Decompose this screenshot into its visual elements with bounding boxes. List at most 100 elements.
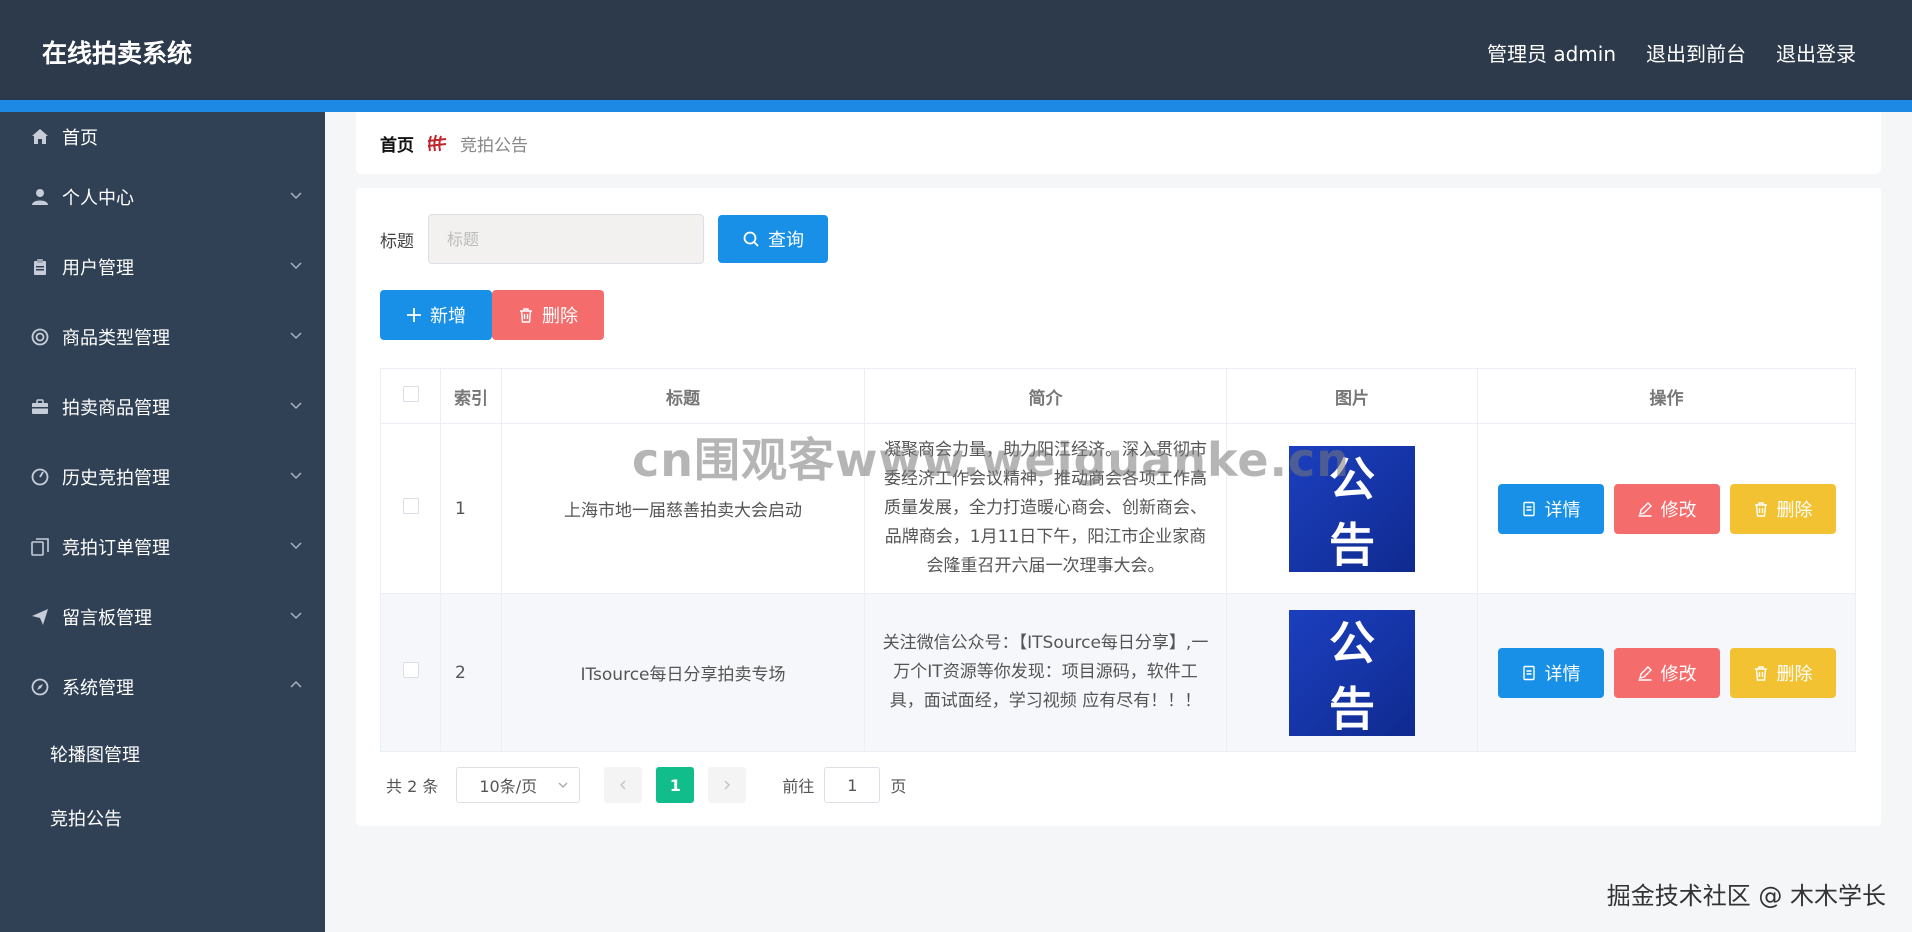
sidebar-item-users[interactable]: 用户管理 — [0, 232, 325, 302]
add-button-label: 新增 — [430, 306, 466, 327]
chevron-down-icon — [290, 612, 302, 620]
chevron-down-icon — [290, 402, 302, 410]
page-size-value: 10条/页 — [479, 777, 538, 796]
goto-suffix: 页 — [890, 777, 907, 796]
search-label: 标题 — [380, 231, 414, 252]
search-row: 标题 查询 — [380, 214, 828, 264]
table-row: 2 ITsource每日分享拍卖专场 关注微信公众号：【ITSource每日分享… — [380, 593, 1856, 752]
sidebar-item-label: 拍卖商品管理 — [62, 398, 170, 419]
row-image-cell: 公告 — [1226, 423, 1478, 594]
goto-page-input[interactable] — [824, 767, 881, 803]
detail-button[interactable]: 详情 — [1497, 647, 1604, 698]
sidebar-item-label: 留言板管理 — [62, 608, 152, 629]
edit-icon — [1638, 665, 1652, 681]
table-header-row: 索引 标题 简介 图片 操作 — [380, 368, 1856, 424]
sidebar-item-profile[interactable]: 个人中心 — [0, 162, 325, 232]
row-select-cell — [380, 593, 441, 752]
sidebar-subitem-label: 竞拍公告 — [50, 809, 122, 830]
edit-button-label: 修改 — [1660, 499, 1697, 521]
notice-image-text: 公告 — [1329, 615, 1393, 736]
row-checkbox[interactable] — [402, 498, 419, 514]
select-all-cell — [380, 368, 441, 424]
trash-icon — [1754, 665, 1767, 681]
chevron-left-icon — [620, 780, 626, 790]
pagination: 共 2 条 10条/页 1 前往 页 — [386, 767, 906, 803]
chevron-down-icon — [290, 332, 302, 340]
top-header: 在线拍卖系统 管理员 admin 退出到前台 退出登录 — [0, 0, 1912, 100]
query-button-label: 查询 — [768, 230, 804, 251]
column-header-title: 标题 — [501, 368, 865, 424]
sidebar-item-auction-goods[interactable]: 拍卖商品管理 — [0, 372, 325, 442]
batch-delete-button[interactable]: 删除 — [492, 290, 604, 340]
trash-icon — [520, 308, 532, 323]
breadcrumb-home[interactable]: 首页 — [380, 131, 414, 156]
sidebar-item-label: 商品类型管理 — [62, 328, 170, 349]
detail-button-label: 详情 — [1544, 663, 1581, 685]
chevron-down-icon — [290, 262, 302, 270]
detail-button[interactable]: 详情 — [1497, 483, 1604, 534]
header-links: 管理员 admin 退出到前台 退出登录 — [1487, 38, 1856, 67]
select-all-checkbox[interactable] — [402, 385, 419, 402]
breadcrumb-current: 竞拍公告 — [460, 135, 528, 156]
sidebar-item-home[interactable]: 首页 — [0, 112, 325, 162]
main-content: 标题 查询 新增 删除 索引 标题 简介 图片 操作 — [356, 188, 1881, 826]
notice-image-text: 公告 — [1329, 451, 1393, 572]
delete-row-button-label: 删除 — [1776, 663, 1813, 685]
add-button[interactable]: 新增 — [380, 290, 492, 340]
page-number-current[interactable]: 1 — [656, 767, 695, 803]
announcement-table: 索引 标题 简介 图片 操作 1 上海市地一届慈善拍卖大会启动 凝聚商会力量，助… — [380, 368, 1856, 752]
sidebar-item-bid-orders[interactable]: 竞拍订单管理 — [0, 512, 325, 582]
document-icon — [1522, 501, 1535, 516]
search-icon — [743, 231, 759, 247]
exit-frontend-link[interactable]: 退出到前台 — [1646, 38, 1746, 67]
column-header-image: 图片 — [1226, 368, 1478, 424]
delete-row-button[interactable]: 删除 — [1729, 647, 1836, 698]
notice-image: 公告 — [1289, 609, 1415, 736]
sidebar-subitem-carousel[interactable]: 轮播图管理 — [0, 722, 325, 786]
sidebar-item-system[interactable]: 系统管理 — [0, 652, 325, 722]
plus-icon — [407, 308, 421, 322]
admin-label: 管理员 admin — [1486, 42, 1616, 66]
bottom-watermark: 掘金技术社区 @ 木木学长 — [1606, 882, 1886, 910]
sidebar-item-label: 竞拍订单管理 — [62, 538, 170, 559]
next-page-button[interactable] — [708, 767, 747, 803]
edit-button[interactable]: 修改 — [1613, 647, 1720, 698]
row-select-cell — [380, 423, 441, 594]
page-size-select[interactable]: 10条/页 — [456, 767, 581, 803]
logout-link[interactable]: 退出登录 — [1776, 38, 1856, 67]
clipboard-icon — [30, 257, 50, 277]
row-intro: 关注微信公众号：【ITSource每日分享】,一万个IT资源等你发现：项目源码，… — [864, 593, 1227, 752]
chevron-right-icon — [724, 780, 731, 790]
sidebar-item-label: 历史竞拍管理 — [62, 468, 170, 489]
chevron-down-icon — [290, 542, 302, 550]
row-actions: 详情 修改 删除 — [1477, 593, 1856, 752]
sidebar-item-label: 首页 — [62, 128, 98, 149]
sidebar-subitem-label: 轮播图管理 — [50, 745, 140, 766]
row-checkbox[interactable] — [402, 662, 419, 678]
sidebar-item-label: 用户管理 — [62, 258, 134, 279]
sidebar-subitem-announcements[interactable]: 竞拍公告 — [0, 786, 325, 850]
sidebar-item-message-board[interactable]: 留言板管理 — [0, 582, 325, 652]
title-search-input[interactable] — [428, 214, 704, 264]
delete-button-label: 删除 — [542, 306, 578, 327]
chevron-down-icon — [558, 782, 568, 788]
app-title: 在线拍卖系统 — [42, 39, 193, 68]
breadcrumb-separator-icon — [427, 134, 447, 152]
header-accent-stripe — [0, 100, 1912, 112]
edit-button[interactable]: 修改 — [1613, 483, 1720, 534]
table-row: 1 上海市地一届慈善拍卖大会启动 凝聚商会力量，助力阳江经济。深入贯彻市委经济工… — [380, 423, 1856, 594]
delete-row-button[interactable]: 删除 — [1729, 483, 1836, 534]
lifebuoy-icon — [30, 327, 50, 347]
breadcrumb: 首页 竞拍公告 — [356, 112, 1881, 174]
row-index: 1 — [440, 423, 502, 594]
action-row: 新增 删除 — [380, 290, 604, 340]
row-actions: 详情 修改 删除 — [1477, 423, 1856, 594]
send-icon — [30, 607, 50, 627]
sidebar-item-history-bids[interactable]: 历史竞拍管理 — [0, 442, 325, 512]
sidebar-item-product-types[interactable]: 商品类型管理 — [0, 302, 325, 372]
row-title: ITsource每日分享拍卖专场 — [501, 593, 865, 752]
notice-image: 公告 — [1289, 445, 1415, 572]
prev-page-button[interactable] — [604, 767, 643, 803]
user-icon — [30, 187, 50, 207]
query-button[interactable]: 查询 — [718, 215, 828, 263]
